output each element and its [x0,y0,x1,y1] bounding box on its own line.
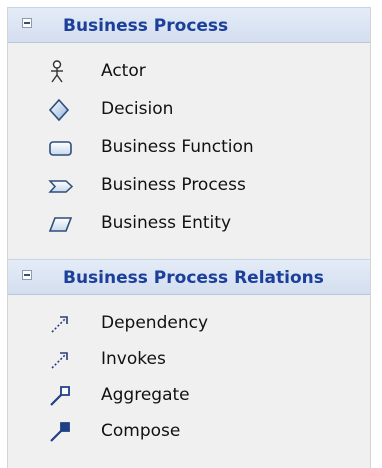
toolbox-item-label: Dependency [101,313,209,333]
toolbox-item-invokes[interactable]: Invokes [8,343,370,377]
group-header-business-process-relations[interactable]: Business Process Relations [8,259,370,295]
business-process-icon [48,174,80,198]
compose-icon [48,420,80,444]
toolbox-item-label: Compose [101,421,181,441]
collapse-icon[interactable] [22,270,32,280]
toolbox-item-label: Aggregate [101,385,190,405]
invokes-icon [48,348,80,372]
business-entity-icon [48,212,80,236]
actor-icon [48,60,80,84]
toolbox-item-label: Actor [101,61,146,81]
aggregate-icon [48,384,80,408]
toolbox-panel: Business Process Actor Decision Business… [7,7,371,468]
toolbox-item-decision[interactable]: Decision [8,93,370,127]
toolbox-item-actor[interactable]: Actor [8,55,370,89]
toolbox-item-business-entity[interactable]: Business Entity [8,207,370,241]
toolbox-item-dependency[interactable]: Dependency [8,307,370,341]
group-header-business-process[interactable]: Business Process [8,7,370,43]
group-title: Business Process [63,16,229,36]
toolbox-item-label: Decision [101,99,174,119]
toolbox-item-label: Business Function [101,137,254,157]
toolbox-item-aggregate[interactable]: Aggregate [8,379,370,413]
decision-icon [48,98,80,122]
toolbox-item-label: Business Entity [101,213,231,233]
toolbox-item-label: Invokes [101,349,166,369]
toolbox-item-label: Business Process [101,175,246,195]
toolbox-item-business-process[interactable]: Business Process [8,169,370,203]
business-function-icon [48,136,80,160]
toolbox-item-business-function[interactable]: Business Function [8,131,370,165]
toolbox-item-compose[interactable]: Compose [8,415,370,449]
collapse-icon[interactable] [22,18,32,28]
dependency-icon [48,312,80,336]
group-title: Business Process Relations [63,268,324,288]
